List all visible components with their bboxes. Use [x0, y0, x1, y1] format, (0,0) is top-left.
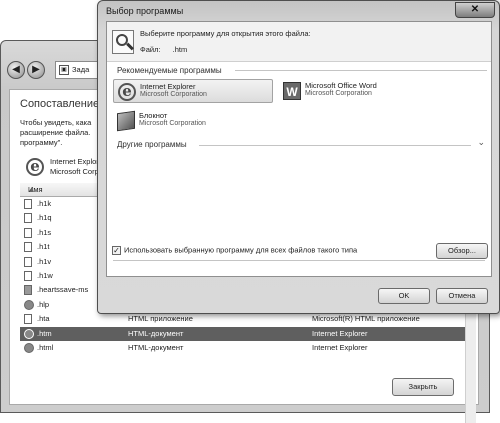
file-value: .htm	[172, 45, 188, 54]
extension-cell: .h1k	[37, 199, 52, 208]
internet-explorer-icon: e	[26, 158, 44, 176]
program-word[interactable]: W Microsoft Office Word Microsoft Corpor…	[279, 79, 439, 103]
recommended-divider	[235, 70, 487, 71]
type-cell: HTML-документ	[128, 328, 184, 338]
file-icon	[24, 314, 32, 325]
internet-explorer-icon: e	[118, 83, 136, 101]
extension-cell: .h1w	[37, 270, 53, 280]
default-program-cell: Internet Explorer	[312, 328, 368, 338]
program-company: Microsoft Corporation	[305, 90, 372, 97]
other-programs-header[interactable]: Другие программы	[117, 140, 187, 149]
file-label: Файл:	[140, 45, 161, 54]
browse-button[interactable]: Обзор...	[436, 243, 488, 259]
always-use-option[interactable]: ✓ Использовать выбранную программу для вс…	[112, 245, 357, 255]
close-button[interactable]: Закрыть	[392, 378, 454, 396]
extension-cell: .h1t	[37, 242, 50, 252]
chevron-down-icon[interactable]: ⌄	[477, 137, 485, 148]
type-cell: HTML приложение	[128, 314, 193, 324]
default-program-cell: Microsoft(R) HTML приложение	[312, 314, 420, 324]
list-item[interactable]: .htm HTML-документ Internet Explorer	[20, 326, 470, 341]
file-icon	[24, 256, 32, 267]
extension-cell: .h1s	[37, 227, 52, 237]
dialog-prompt: Выберите программу для открытия этого фа…	[140, 29, 311, 38]
extension-cell: .heartssave-ms	[37, 285, 89, 295]
forward-button[interactable]: ▶	[27, 61, 45, 79]
recommended-header: Рекомендуемые программы	[117, 66, 222, 75]
control-panel-icon: ▣	[59, 65, 69, 75]
dialog-close-button[interactable]: ✕	[455, 2, 495, 18]
dialog-title: Выбор программы	[106, 6, 184, 16]
type-cell: HTML-документ	[128, 342, 184, 352]
program-name: Internet Explorer	[140, 82, 196, 91]
program-notepad[interactable]: Блокнот Microsoft Corporation	[113, 109, 273, 133]
extension-cell: .htm	[37, 328, 52, 338]
file-icon	[24, 227, 32, 238]
page-description: Чтобы увидеть, кака расширение файла. пр…	[20, 118, 92, 147]
ie-file-icon	[24, 328, 34, 339]
ok-button[interactable]: OK	[378, 288, 430, 304]
current-program-name: Internet Explor	[50, 157, 99, 166]
dialog-body: Выберите программу для открытия этого фа…	[106, 21, 492, 277]
file-icon	[24, 270, 32, 281]
extension-cell: .h1v	[37, 256, 52, 266]
extension-cell: .html	[37, 342, 54, 352]
list-item[interactable]: .html HTML-документ Internet Explorer	[20, 341, 470, 355]
navigation-bar: ◀ ▶ ▣ Зада	[7, 61, 107, 81]
gear-file-icon	[24, 285, 32, 296]
program-company: Microsoft Corporation	[139, 120, 206, 127]
program-name: Microsoft Office Word	[305, 81, 377, 90]
program-company: Microsoft Corporation	[140, 91, 207, 98]
file-icon	[24, 213, 32, 224]
list-item[interactable]: .hta HTML приложение Microsoft(R) HTML при…	[20, 312, 470, 326]
notepad-icon	[117, 110, 135, 132]
extension-cell: .hlp	[37, 299, 50, 309]
word-icon: W	[283, 82, 301, 100]
ie-file-icon	[24, 342, 34, 353]
bottom-divider	[113, 260, 485, 261]
dialog-header: Выберите программу для открытия этого фа…	[107, 22, 491, 62]
file-info: Файл: .htm	[140, 45, 187, 54]
help-file-icon	[24, 299, 34, 310]
program-name: Блокнот	[139, 111, 168, 120]
magnifier-icon	[112, 30, 134, 54]
extension-cell: .hta	[37, 314, 50, 324]
cancel-button[interactable]: Отмена	[436, 288, 488, 304]
extension-cell: .h1q	[37, 213, 52, 223]
other-divider	[199, 145, 471, 146]
file-icon	[24, 199, 32, 209]
always-use-checkbox[interactable]: ✓	[112, 245, 121, 255]
default-program-cell: Internet Explorer	[312, 342, 368, 352]
sort-arrow-icon: ▲	[28, 185, 36, 194]
file-icon	[24, 242, 32, 253]
page-title: Сопоставление	[20, 98, 100, 110]
back-button[interactable]: ◀	[7, 61, 25, 79]
program-internet-explorer[interactable]: e Internet Explorer Microsoft Corporatio…	[113, 79, 273, 103]
always-use-label: Использовать выбранную программу для все…	[124, 245, 358, 255]
address-text: Зада	[72, 65, 90, 74]
open-with-dialog: Выбор программы ✕ Выберите программу для…	[97, 0, 500, 314]
